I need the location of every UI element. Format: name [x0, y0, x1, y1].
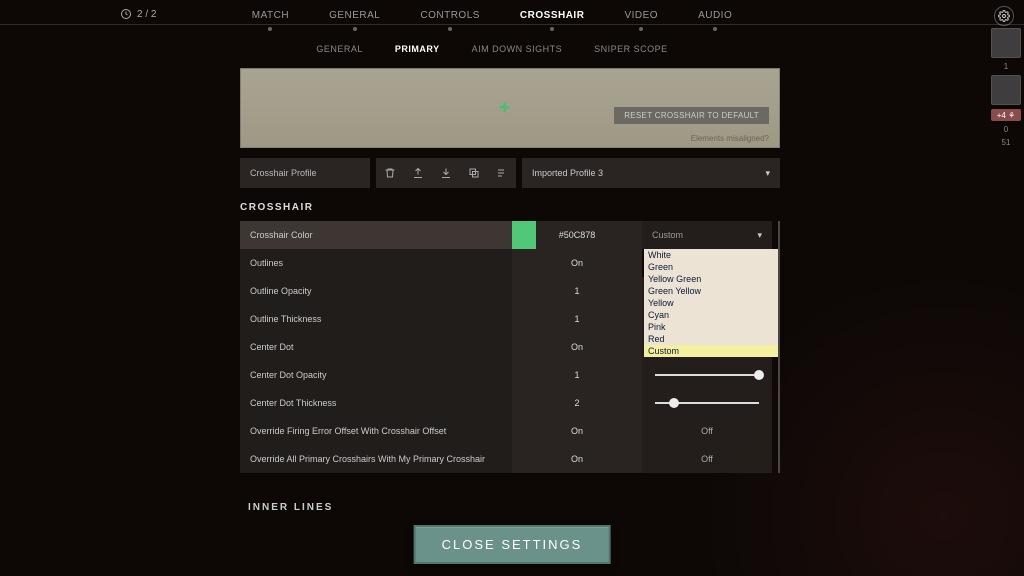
row-center-dot-thickness: Center Dot Thickness 2	[240, 389, 772, 417]
export-profile-button[interactable]	[408, 163, 428, 183]
center-dot-thickness-value[interactable]: 2	[512, 389, 642, 417]
section-crosshair: CROSSHAIR	[240, 202, 780, 213]
profile-select[interactable]: Imported Profile 3 ▾	[522, 158, 780, 188]
label-outline-opacity: Outline Opacity	[240, 277, 512, 305]
tab-audio[interactable]: AUDIO	[698, 10, 732, 21]
nav-primary: MATCH GENERAL CONTROLS CROSSHAIR VIDEO A…	[0, 10, 984, 21]
party-badge: +4 ⚘	[991, 109, 1021, 121]
close-settings-button[interactable]: CLOSE SETTINGS	[414, 525, 611, 564]
download-icon	[440, 167, 452, 179]
label-center-dot: Center Dot	[240, 333, 512, 361]
tab-video[interactable]: VIDEO	[624, 10, 658, 21]
settings-gear-button[interactable]	[994, 6, 1014, 26]
color-option-green[interactable]: Green	[644, 261, 778, 273]
subtab-primary[interactable]: PRIMARY	[395, 44, 440, 54]
color-option-yellow[interactable]: Yellow	[644, 297, 778, 309]
crosshair-settings: Crosshair Color #50C878 Custom▾ White Gr…	[240, 221, 780, 473]
party-count-1: 1	[1004, 62, 1008, 71]
label-override-primary: Override All Primary Crosshairs With My …	[240, 445, 512, 473]
label-override-firing: Override Firing Error Offset With Crossh…	[240, 417, 512, 445]
tab-general[interactable]: GENERAL	[329, 10, 380, 21]
chevron-down-icon: ▾	[757, 230, 762, 241]
subtab-sniper[interactable]: SNIPER SCOPE	[594, 44, 668, 54]
color-dropdown: White Green Yellow Green Green Yellow Ye…	[644, 249, 778, 357]
override-primary-off-button[interactable]: Off	[642, 445, 772, 473]
profile-row: Crosshair Profile Imported Profile 3 ▾	[240, 158, 780, 188]
copy-profile-button[interactable]	[464, 163, 484, 183]
party-count-3: 51	[1002, 138, 1011, 147]
subtab-general[interactable]: GENERAL	[316, 44, 363, 54]
color-preset-select[interactable]: Custom▾ White Green Yellow Green Green Y…	[642, 221, 772, 249]
label-center-dot-opacity: Center Dot Opacity	[240, 361, 512, 389]
label-crosshair-color: Crosshair Color	[240, 221, 512, 249]
center-dot-opacity-value[interactable]: 1	[512, 361, 642, 389]
row-override-primary: Override All Primary Crosshairs With My …	[240, 445, 772, 473]
color-option-yellowgreen[interactable]: Yellow Green	[644, 273, 778, 285]
crosshair-icon: ✛	[499, 100, 510, 116]
tab-crosshair[interactable]: CROSSHAIR	[520, 10, 585, 21]
party-sidebar: 1 +4 ⚘ 0 51	[988, 28, 1024, 147]
center-dot-on-button[interactable]: On	[512, 333, 642, 361]
section-inner-lines: INNER LINES	[248, 502, 333, 513]
override-firing-on-button[interactable]: On	[512, 417, 642, 445]
color-option-white[interactable]: White	[644, 249, 778, 261]
delete-profile-button[interactable]	[380, 163, 400, 183]
reset-crosshair-button[interactable]: RESET CROSSHAIR TO DEFAULT	[614, 107, 769, 124]
edit-profile-button[interactable]	[492, 163, 512, 183]
party-avatar-2[interactable]	[991, 75, 1021, 105]
outlines-on-button[interactable]: On	[512, 249, 642, 277]
crosshair-preview: ✛ RESET CROSSHAIR TO DEFAULT Elements mi…	[240, 68, 780, 148]
party-count-2: 0	[1004, 125, 1008, 134]
nav-secondary: GENERAL PRIMARY AIM DOWN SIGHTS SNIPER S…	[0, 44, 984, 54]
label-outlines: Outlines	[240, 249, 512, 277]
profile-label: Crosshair Profile	[240, 158, 370, 188]
override-primary-on-button[interactable]: On	[512, 445, 642, 473]
color-option-pink[interactable]: Pink	[644, 321, 778, 333]
label-outline-thickness: Outline Thickness	[240, 305, 512, 333]
copy-icon	[468, 167, 480, 179]
outline-opacity-value[interactable]: 1	[512, 277, 642, 305]
trash-icon	[384, 167, 396, 179]
row-crosshair-color: Crosshair Color #50C878 Custom▾ White Gr…	[240, 221, 772, 249]
gear-icon	[998, 10, 1010, 22]
label-center-dot-thickness: Center Dot Thickness	[240, 389, 512, 417]
subtab-ads[interactable]: AIM DOWN SIGHTS	[472, 44, 563, 54]
color-swatch	[512, 221, 536, 249]
upload-icon	[412, 167, 424, 179]
tab-match[interactable]: MATCH	[252, 10, 289, 21]
tab-controls[interactable]: CONTROLS	[420, 10, 480, 21]
override-firing-off-button[interactable]: Off	[642, 417, 772, 445]
color-option-red[interactable]: Red	[644, 333, 778, 345]
center-dot-opacity-slider[interactable]	[642, 361, 772, 389]
color-option-greenyellow[interactable]: Green Yellow	[644, 285, 778, 297]
center-dot-thickness-slider[interactable]	[642, 389, 772, 417]
color-option-cyan[interactable]: Cyan	[644, 309, 778, 321]
outline-thickness-value[interactable]: 1	[512, 305, 642, 333]
row-override-firing: Override Firing Error Offset With Crossh…	[240, 417, 772, 445]
color-option-custom[interactable]: Custom	[644, 345, 778, 357]
import-profile-button[interactable]	[436, 163, 456, 183]
profile-selected: Imported Profile 3	[532, 168, 603, 178]
settings-panel: ✛ RESET CROSSHAIR TO DEFAULT Elements mi…	[240, 68, 780, 473]
color-hex-input[interactable]: #50C878	[512, 221, 642, 249]
misaligned-link[interactable]: Elements misaligned?	[691, 134, 769, 143]
row-center-dot-opacity: Center Dot Opacity 1	[240, 361, 772, 389]
chevron-down-icon: ▾	[765, 168, 770, 179]
header-divider	[0, 24, 1024, 25]
party-avatar-1[interactable]	[991, 28, 1021, 58]
profile-icon-group	[376, 158, 516, 188]
list-icon	[496, 167, 508, 179]
